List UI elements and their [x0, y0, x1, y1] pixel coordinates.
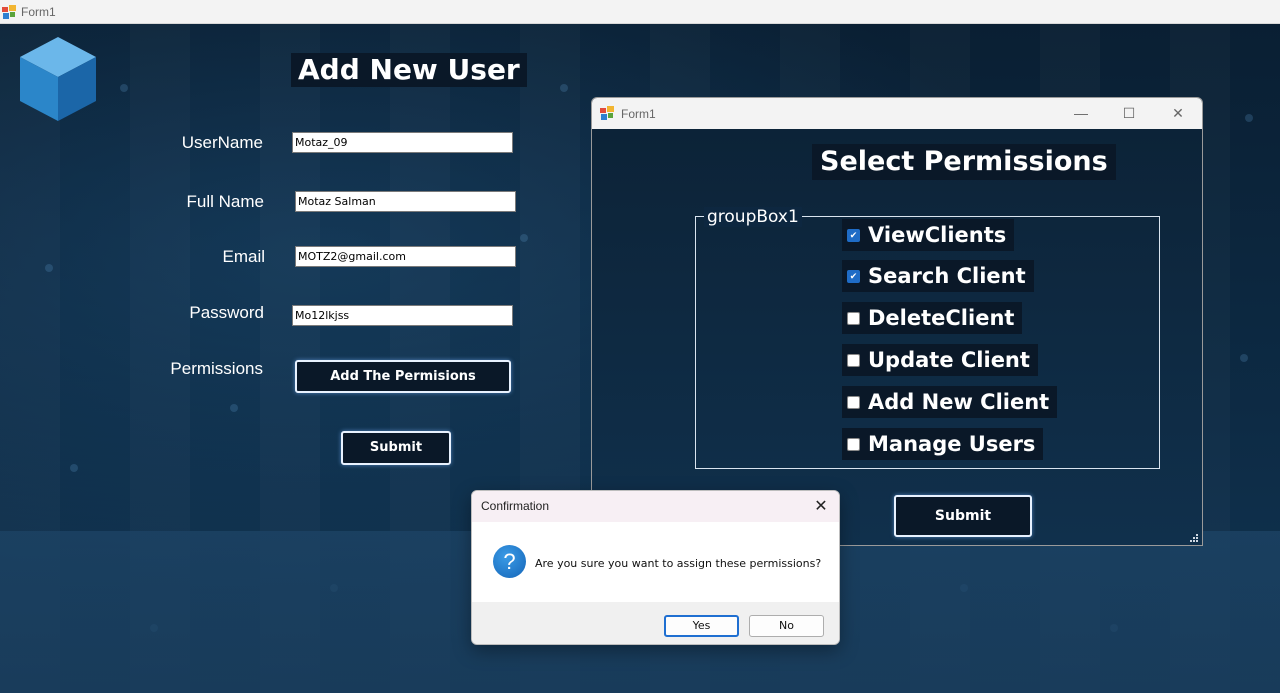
no-button[interactable]: No	[749, 615, 824, 637]
permission-checkbox-add-new-client[interactable]: Add New Client	[842, 386, 1058, 418]
full-name-field[interactable]: Motaz Salman	[295, 191, 516, 212]
username-field[interactable]: Motaz_09	[292, 132, 513, 153]
full-name-label: Full Name	[186, 192, 264, 211]
dialog-title: Confirmation	[481, 499, 550, 513]
add-permissions-button[interactable]: Add The Permisions	[295, 360, 511, 393]
checkbox-icon[interactable]	[847, 395, 860, 409]
dialog-close-icon[interactable]: ✕	[803, 491, 839, 522]
permissions-window: Form1 — ☐ ✕ Select Permissions groupBox1…	[591, 97, 1203, 546]
dialog-body: ? Are you sure you want to assign these …	[472, 522, 839, 602]
dialog-message: Are you sure you want to assign these pe…	[535, 557, 822, 570]
username-label: UserName	[181, 133, 263, 152]
main-window-title: Form1	[21, 5, 56, 19]
permission-label: Update Client	[868, 348, 1030, 372]
permissions-label: Permissions	[170, 359, 263, 378]
password-field[interactable]: Mo12lkjss	[292, 305, 513, 326]
email-field[interactable]: MOTZ2@gmail.com	[295, 246, 516, 267]
checkbox-icon[interactable]	[847, 437, 860, 451]
permission-label: Manage Users	[868, 432, 1036, 456]
group-box-label: groupBox1	[704, 207, 802, 227]
password-label: Password	[189, 303, 264, 322]
close-button[interactable]: ✕	[1155, 98, 1201, 129]
question-icon: ?	[493, 545, 526, 578]
permission-label: DeleteClient	[868, 306, 1015, 330]
minimize-button[interactable]: —	[1058, 98, 1104, 129]
checkbox-icon[interactable]	[847, 311, 860, 325]
permission-checkbox-delete-client[interactable]: DeleteClient	[842, 302, 1023, 334]
app-form-icon	[600, 106, 614, 120]
checkbox-icon[interactable]: ✔	[847, 228, 860, 242]
main-titlebar: Form1	[0, 0, 1280, 24]
submit-button[interactable]: Submit	[341, 431, 451, 465]
maximize-button[interactable]: ☐	[1106, 98, 1152, 129]
confirmation-dialog: Confirmation ✕ ? Are you sure you want t…	[471, 490, 840, 645]
permission-checkbox-update-client[interactable]: Update Client	[842, 344, 1038, 376]
dialog-footer: Yes No	[472, 602, 839, 644]
dialog-titlebar: Confirmation ✕	[472, 491, 839, 522]
checkbox-icon[interactable]: ✔	[847, 269, 860, 283]
form-title: Add New User	[291, 53, 527, 87]
cube-icon	[20, 37, 96, 121]
permissions-window-titlebar: Form1 — ☐ ✕	[592, 98, 1202, 129]
permission-checkbox-view-clients[interactable]: ✔ ViewClients	[842, 219, 1015, 251]
checkbox-icon[interactable]	[847, 353, 860, 367]
permission-checkbox-manage-users[interactable]: Manage Users	[842, 428, 1044, 460]
resize-grip-icon[interactable]	[1190, 534, 1198, 542]
email-label: Email	[222, 247, 265, 266]
app-form-icon	[2, 5, 16, 19]
yes-button[interactable]: Yes	[664, 615, 739, 637]
permissions-submit-button[interactable]: Submit	[894, 495, 1032, 537]
permissions-window-title: Form1	[621, 107, 656, 121]
select-permissions-heading: Select Permissions	[812, 144, 1116, 180]
permission-checkbox-search-client[interactable]: ✔ Search Client	[842, 260, 1034, 292]
permission-label: Add New Client	[868, 390, 1050, 414]
permission-label: ViewClients	[868, 223, 1007, 247]
permission-label: Search Client	[868, 264, 1026, 288]
